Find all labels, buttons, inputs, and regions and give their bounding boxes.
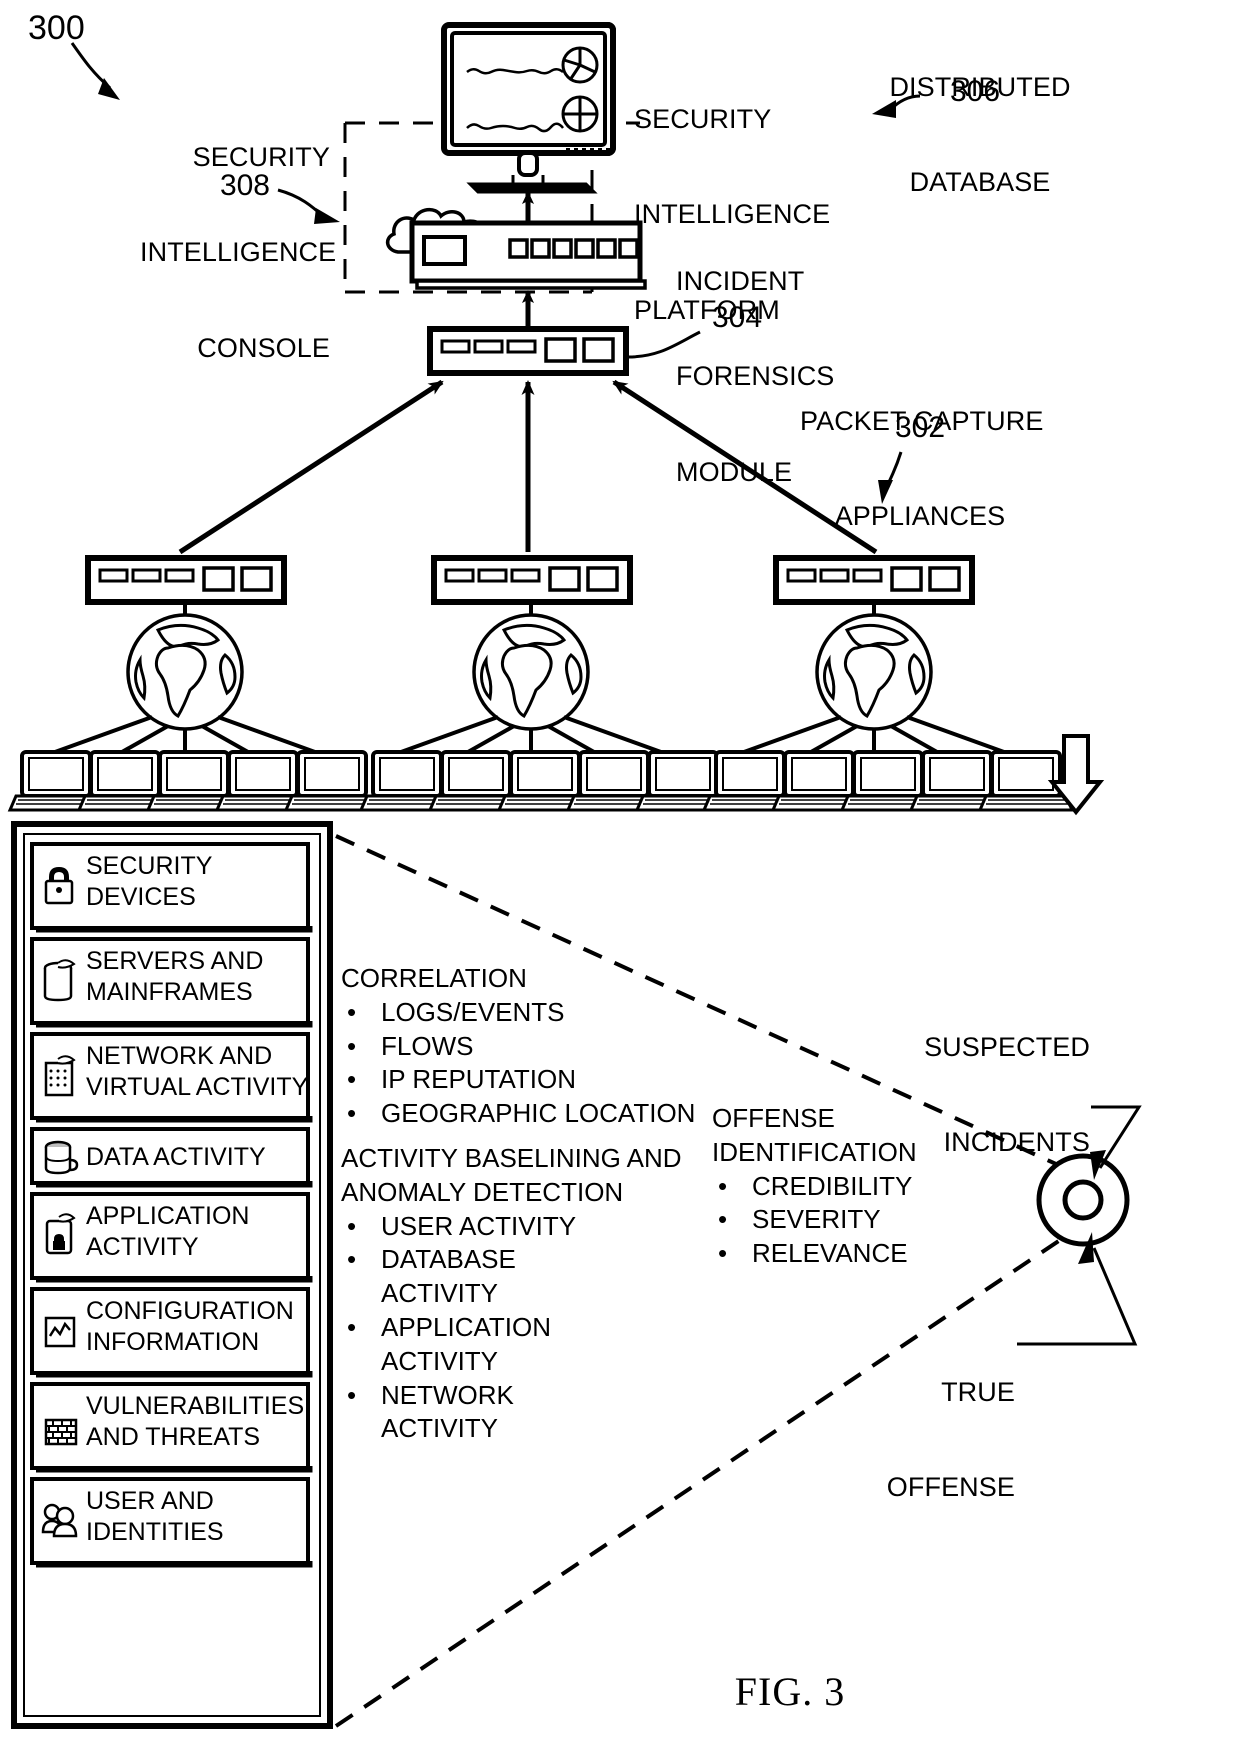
ds7-line1: IDENTITIES (86, 1517, 224, 1546)
laptop-row (7, 750, 1075, 812)
ds5-line1: INFORMATION (86, 1327, 260, 1356)
distdb-line-2: DATABASE (909, 167, 1051, 198)
globe-center (472, 613, 590, 731)
ds6-line0: VULNERABILITIES (86, 1392, 305, 1420)
correlation-heading: CORRELATION (341, 963, 527, 993)
bullet-dot-icon: • (347, 1098, 357, 1129)
baselining-bullet-2: • APPLICATION ACTIVITY (341, 1311, 682, 1379)
ds6-line1: AND THREATS (86, 1422, 261, 1451)
ds2-line0: NETWORK AND (86, 1042, 273, 1070)
correlation-bullet-1-label: FLOWS (381, 1030, 474, 1061)
suspected-line-1: SUSPECTED (924, 1031, 1090, 1062)
data-source-label-7: USER AND IDENTITIES (86, 1486, 224, 1547)
baselining-bullet-3-label: NETWORK ACTIVITY (381, 1379, 514, 1444)
ds1-line1: MAINFRAMES (86, 977, 253, 1006)
baselining-bullet-0: • USER ACTIVITY (341, 1210, 682, 1244)
data-source-label-6: VULNERABILITIES AND THREATS (86, 1391, 304, 1452)
data-source-label-5: CONFIGURATION INFORMATION (86, 1296, 294, 1357)
correlation-bullet-3: • GEOGRAPHIC LOCATION (341, 1097, 695, 1131)
ref-304: 304 (712, 301, 763, 334)
application-icon (45, 1213, 76, 1255)
offense-bullet-2: • RELEVANCE (712, 1237, 917, 1271)
forensics-line-1: INCIDENT (676, 265, 805, 296)
figure-caption: FIG. 3 (734, 1669, 846, 1714)
ds4-line1: ACTIVITY (86, 1232, 199, 1261)
baselining-bullet-1-label: DATABASE ACTIVITY (381, 1244, 516, 1309)
offense-bullet-2-label: RELEVANCE (752, 1238, 908, 1269)
bullet-dot-icon: • (347, 1064, 357, 1095)
users-icon (41, 1503, 78, 1538)
bullet-dot-icon: • (347, 1030, 357, 1061)
incident-forensics-module (385, 207, 647, 290)
console-line-3: CONSOLE (197, 332, 330, 363)
correlation-bullet-3-label: GEOGRAPHIC LOCATION (381, 1098, 696, 1129)
correlation-bullet-2-label: IP REPUTATION (381, 1064, 577, 1095)
ref-302: 302 (894, 411, 946, 444)
monitor-display (441, 22, 616, 194)
packet-capture-appliance-left (85, 555, 287, 605)
ds3-line0: DATA ACTIVITY (86, 1143, 266, 1171)
data-source-label-1: SERVERS AND MAINFRAMES (86, 946, 263, 1007)
bullet-dot-icon: • (347, 1244, 357, 1275)
bullet-dot-icon: • (718, 1204, 728, 1235)
bullet-dot-icon: • (347, 1311, 357, 1342)
data-source-label-4: APPLICATION ACTIVITY (86, 1201, 249, 1262)
patent-figure-3: 300 SECURITY INTELLIGENCE CONSOLE 308 SE… (0, 0, 1240, 1742)
correlation-bullet-0-label: LOGS/EVENTS (381, 996, 565, 1027)
baselining-heading-1: ACTIVITY BASELINING AND (341, 1143, 682, 1173)
central-appliance (427, 326, 629, 376)
bullet-dot-icon: • (718, 1170, 728, 1201)
globe-uplinks (183, 604, 876, 616)
data-source-label-3: DATA ACTIVITY (86, 1142, 266, 1173)
true-offense-leader (1017, 1232, 1138, 1346)
ref-306: 306 (950, 75, 1001, 108)
baselining-heading-2: ANOMALY DETECTION (341, 1176, 624, 1207)
label-true-offense: TRUE OFFENSE (790, 1313, 1015, 1568)
ref-300-leader (70, 42, 120, 100)
pcap-line-2: APPLIANCES (834, 501, 1006, 532)
ds0-line0: SECURITY (86, 852, 213, 880)
bullet-dot-icon: • (347, 1379, 357, 1410)
correlation-block: CORRELATION • LOGS/EVENTS • FLOWS • IP R… (341, 962, 695, 1131)
label-security-intelligence-console: SECURITY INTELLIGENCE CONSOLE (140, 78, 337, 428)
baselining-bullet-3: • NETWORK ACTIVITY (341, 1379, 682, 1447)
ds4-line0: APPLICATION (86, 1202, 250, 1230)
bullet-dot-icon: • (347, 996, 357, 1027)
data-source-label-2: NETWORK AND VIRTUAL ACTIVITY (86, 1041, 308, 1102)
suspected-line-2: INCIDENTS (943, 1127, 1090, 1158)
ref-308: 308 (219, 169, 270, 202)
console-line-2: INTELLIGENCE (140, 237, 337, 268)
server-icon (43, 959, 76, 1002)
ds0-line1: DEVICES (86, 882, 196, 911)
label-packet-capture-appliances: PACKET CAPTURE APPLIANCES (800, 342, 1043, 597)
baselining-bullet-2-label: APPLICATION ACTIVITY (381, 1311, 552, 1376)
baselining-bullet-1: • DATABASE ACTIVITY (341, 1243, 682, 1311)
ds5-line0: CONFIGURATION (86, 1297, 294, 1325)
correlation-bullet-1: • FLOWS (341, 1030, 695, 1064)
trueoffense-line-1: TRUE (941, 1376, 1015, 1407)
packet-capture-appliance-center (431, 555, 633, 605)
correlation-bullet-0: • LOGS/EVENTS (341, 996, 695, 1030)
configuration-icon (44, 1316, 76, 1348)
data-source-label-0: SECURITY DEVICES (86, 851, 212, 912)
platform-line-1: SECURITY (634, 103, 772, 134)
trueoffense-line-2: OFFENSE (886, 1472, 1015, 1503)
ref-300: 300 (28, 9, 85, 47)
brick-wall-icon (44, 1418, 78, 1446)
correlation-bullet-2: • IP REPUTATION (341, 1063, 695, 1097)
network-icon (44, 1055, 76, 1097)
baselining-block: ACTIVITY BASELINING AND ANOMALY DETECTIO… (341, 1142, 682, 1446)
label-distributed-database: DISTRIBUTED DATABASE (860, 8, 1100, 263)
bullet-dot-icon: • (347, 1210, 357, 1241)
ds7-line0: USER AND (86, 1487, 214, 1515)
label-suspected-incidents: SUSPECTED INCIDENTS (820, 968, 1090, 1223)
globe-left (126, 613, 244, 731)
ds1-line0: SERVERS AND (86, 947, 264, 975)
globe-right (815, 613, 933, 731)
baselining-bullet-0-label: USER ACTIVITY (381, 1210, 577, 1241)
ds2-line1: VIRTUAL ACTIVITY (86, 1072, 309, 1101)
bullet-dot-icon: • (718, 1238, 728, 1269)
